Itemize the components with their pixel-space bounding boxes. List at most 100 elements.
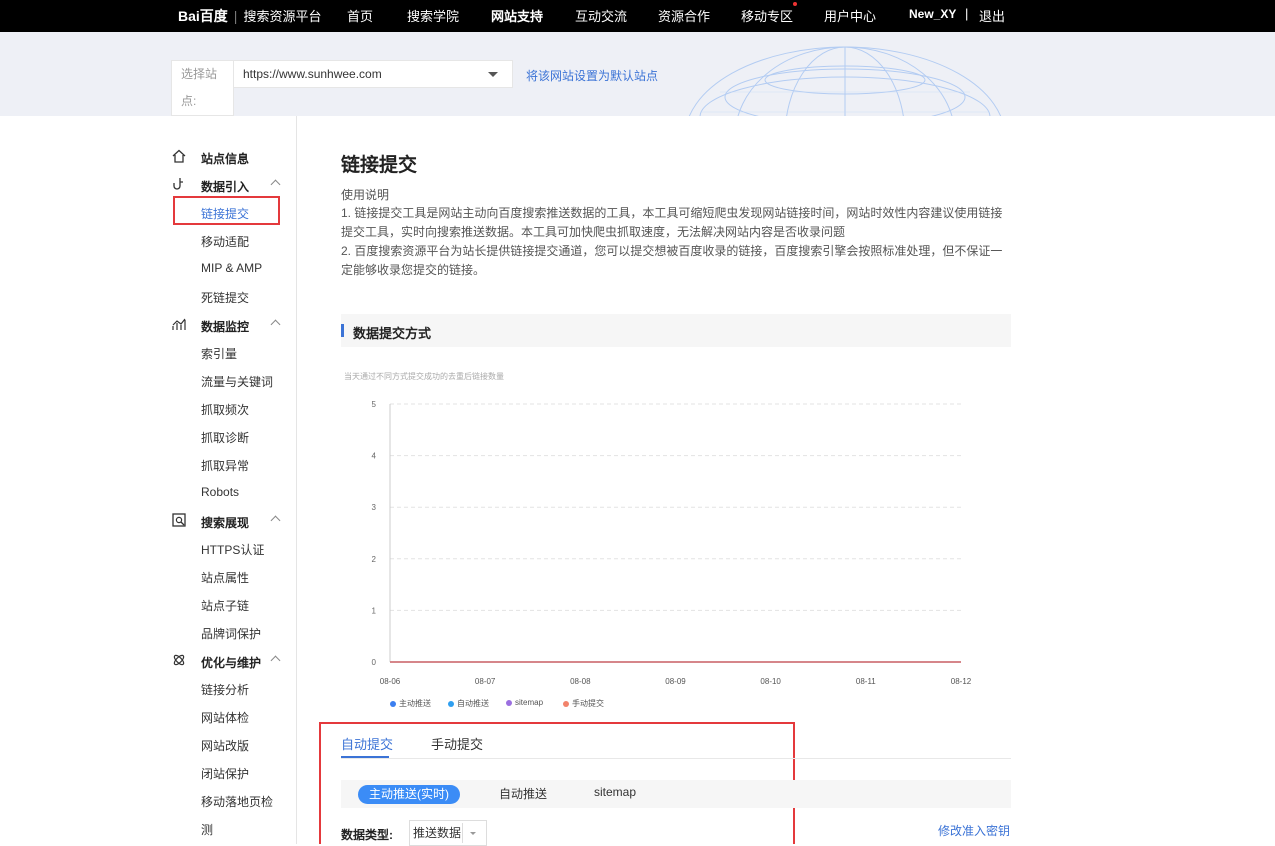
baidu-logo[interactable]: Bai百度 | 搜索资源平台 <box>178 6 321 26</box>
legend-dot <box>390 701 396 707</box>
sidebar-section-data-import[interactable]: 数据引入 <box>171 175 286 195</box>
nav-item-home[interactable]: 首页 <box>347 6 373 25</box>
sidebar-section-label: 搜索展现 <box>201 516 250 530</box>
optimize-icon <box>173 654 185 666</box>
x-tick-label: 08-08 <box>570 677 591 686</box>
subtab-auto-push[interactable]: 自动推送 <box>499 785 547 802</box>
nav-item-academy[interactable]: 搜索学院 <box>407 6 459 25</box>
sidebar-section-label: 站点信息 <box>201 152 250 166</box>
sidebar-item-landing-page-check[interactable]: 移动落地页检 <box>201 793 273 810</box>
sidebar-item-brand-protection[interactable]: 品牌词保护 <box>201 625 261 642</box>
y-tick-label: 5 <box>372 400 377 409</box>
y-tick-label: 1 <box>372 606 377 615</box>
nav-separator: | <box>965 6 969 21</box>
sidebar-section-data-monitor[interactable]: 数据监控 <box>171 315 286 335</box>
legend-label: 手动提交 <box>572 699 604 708</box>
sidebar-item-mip-amp[interactable]: MIP & AMP <box>201 261 262 275</box>
y-tick-label: 2 <box>372 555 377 564</box>
legend-dot <box>448 701 454 707</box>
legend-label: 自动推送 <box>457 699 489 708</box>
sidebar-section-site-info[interactable]: 站点信息 <box>171 147 286 167</box>
sidebar-item-dead-link[interactable]: 死链提交 <box>201 289 249 306</box>
set-default-site-link[interactable]: 将该网站设置为默认站点 <box>526 67 658 84</box>
data-import-icon <box>173 178 183 190</box>
sidebar-item-site-revision[interactable]: 网站改版 <box>201 737 249 754</box>
sidebar-item-site-attributes[interactable]: 站点属性 <box>201 569 249 586</box>
sidebar-item-site-closure[interactable]: 闭站保护 <box>201 765 249 782</box>
usage-line: 提交工具，实时向搜索推送数据。本工具可加快爬虫抓取速度，无法解决网站内容是否收录… <box>341 225 846 239</box>
globe-decoration <box>688 46 1002 116</box>
y-tick-label: 3 <box>372 503 377 512</box>
sidebar <box>0 116 297 844</box>
legend-item[interactable]: sitemap <box>506 698 543 707</box>
home-icon <box>172 149 186 163</box>
notification-dot <box>793 2 798 6</box>
subtab-sitemap[interactable]: sitemap <box>594 785 636 799</box>
sidebar-item-landing-page-check-wrap[interactable]: 测 <box>201 821 213 838</box>
sidebar-item-traffic-keywords[interactable]: 流量与关键词 <box>201 373 273 390</box>
nav-item-mobile[interactable]: 移动专区 <box>741 2 798 25</box>
legend-label: sitemap <box>515 698 544 707</box>
nav-item-site-support[interactable]: 网站支持 <box>491 6 543 25</box>
sidebar-section-label: 数据监控 <box>201 320 250 334</box>
site-selector-label: 选择站 点: <box>171 60 234 116</box>
sidebar-item-mobile-adapt[interactable]: 移动适配 <box>201 233 249 250</box>
site-label-line1: 选择站 <box>181 67 218 81</box>
logo-divider: | <box>233 8 238 24</box>
legend-item[interactable]: 主动推送 <box>390 698 431 709</box>
sidebar-item-robots[interactable]: Robots <box>201 485 239 499</box>
nav-item-resources[interactable]: 资源合作 <box>658 6 710 25</box>
nav-item-interaction[interactable]: 互动交流 <box>575 6 627 25</box>
legend-dot <box>563 701 569 707</box>
chevron-up-icon <box>270 179 281 190</box>
sidebar-item-crawl-frequency[interactable]: 抓取频次 <box>201 401 249 418</box>
usage-paragraph-2: 2. 百度搜索资源平台为站长提供链接提交通道，您可以提交想被百度收录的链接，百度… <box>341 242 1011 280</box>
sidebar-item-https[interactable]: HTTPS认证 <box>201 541 264 558</box>
y-tick-label: 4 <box>372 452 377 461</box>
logo-text: Bai百度 <box>178 8 228 24</box>
modify-access-key-link[interactable]: 修改准入密钥 <box>938 822 1010 839</box>
nav-item-user-center[interactable]: 用户中心 <box>824 6 876 25</box>
sidebar-section-search-display[interactable]: 搜索展现 <box>171 511 286 531</box>
sidebar-item-crawl-diagnosis[interactable]: 抓取诊断 <box>201 429 249 446</box>
chart-subtitle: 当天通过不同方式提交成功的去重后链接数量 <box>344 372 504 381</box>
data-type-label: 数据类型: <box>341 828 393 842</box>
site-select-dropdown[interactable]: https://www.sunhwee.com <box>234 60 513 88</box>
subtab-active-push[interactable]: 主动推送(实时) <box>358 785 460 804</box>
usage-line: 定能够收录您提交的链接。 <box>341 263 486 277</box>
x-tick-label: 08-07 <box>475 677 496 686</box>
chevron-down-icon <box>488 72 498 77</box>
section-header: 数据提交方式 <box>341 314 1011 347</box>
usage-paragraph-1: 1. 链接提交工具是网站主动向百度搜索推送数据的工具，本工具可缩短爬虫发现网站链… <box>341 204 1011 242</box>
legend-item[interactable]: 自动推送 <box>448 698 489 709</box>
data-type-value: 推送数据 <box>413 826 462 840</box>
legend-item[interactable]: 手动提交 <box>563 698 604 709</box>
logout-link[interactable]: 退出 <box>979 6 1005 25</box>
sidebar-item-sitelinks[interactable]: 站点子链 <box>201 597 249 614</box>
username[interactable]: New_XY <box>909 7 956 21</box>
sidebar-section-optimize[interactable]: 优化与维护 <box>171 651 286 671</box>
usage-line: 2. 百度搜索资源平台为站长提供链接提交通道，您可以提交想被百度收录的链接，百度… <box>341 244 1003 258</box>
legend-dot <box>506 700 512 706</box>
nav-item-mobile-label: 移动专区 <box>741 9 794 24</box>
tab-manual-submit[interactable]: 手动提交 <box>431 734 483 753</box>
usage-title: 使用说明 <box>341 188 390 202</box>
x-tick-label: 08-09 <box>665 677 686 686</box>
data-type-select[interactable]: 推送数据 <box>409 820 487 846</box>
sidebar-item-site-checkup[interactable]: 网站体检 <box>201 709 249 726</box>
chevron-up-icon <box>270 515 281 526</box>
sidebar-section-label: 数据引入 <box>201 180 250 194</box>
submission-chart: 0 1 2 3 4 5 08-06 08-07 08-08 08-09 08-10 08-11 08-1… <box>372 400 972 686</box>
sidebar-item-link-analysis[interactable]: 链接分析 <box>201 681 249 698</box>
x-tick-label: 08-12 <box>951 677 972 686</box>
chevron-up-icon <box>270 655 281 666</box>
sidebar-item-crawl-errors[interactable]: 抓取异常 <box>201 457 249 474</box>
tab-auto-submit[interactable]: 自动提交 <box>341 734 393 753</box>
sidebar-item-index[interactable]: 索引量 <box>201 345 237 362</box>
legend-label: 主动推送 <box>399 699 431 708</box>
usage-line: 1. 链接提交工具是网站主动向百度搜索推送数据的工具，本工具可缩短爬虫发现网站链… <box>341 206 1003 220</box>
x-tick-label: 08-06 <box>380 677 401 686</box>
select-divider <box>462 823 463 843</box>
platform-name: 搜索资源平台 <box>243 9 322 24</box>
x-tick-label: 08-11 <box>856 677 876 686</box>
